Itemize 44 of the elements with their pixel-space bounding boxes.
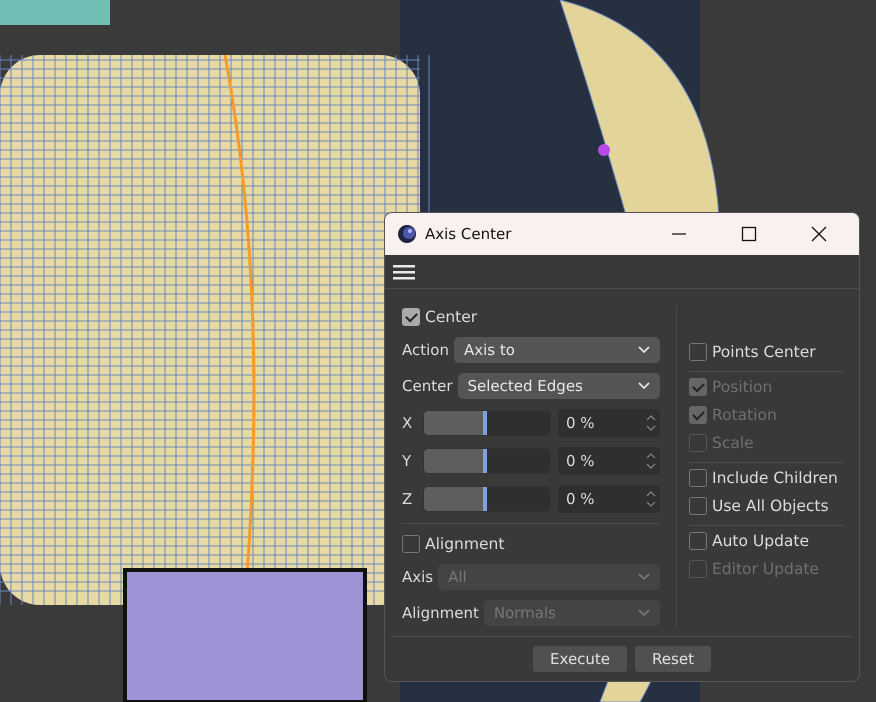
menu-icon[interactable] xyxy=(393,264,415,280)
number-field[interactable]: 0 % xyxy=(558,447,660,475)
window-title: Axis Center xyxy=(425,225,512,243)
slider-track[interactable] xyxy=(423,410,551,436)
dropdown[interactable]: Axis to xyxy=(454,337,660,363)
slider-fill[interactable] xyxy=(424,411,487,435)
caret-icon xyxy=(638,346,650,354)
execute-button[interactable]: Execute xyxy=(533,646,628,672)
checkbox[interactable] xyxy=(689,532,707,550)
field-label: Action xyxy=(402,341,449,359)
close-icon[interactable] xyxy=(811,226,827,242)
slider-fill[interactable] xyxy=(424,487,487,511)
checkbox-label: Center xyxy=(425,308,478,326)
caret-icon xyxy=(638,609,650,617)
checkbox[interactable] xyxy=(402,535,420,553)
spinner-icon[interactable] xyxy=(646,490,656,508)
axis-label: Z xyxy=(402,490,414,508)
checkbox[interactable] xyxy=(689,343,707,361)
caret-icon xyxy=(638,573,650,581)
spinner-icon[interactable] xyxy=(646,414,656,432)
slider-fill[interactable] xyxy=(424,449,487,473)
checkbox-label: Use All Objects xyxy=(712,497,829,515)
checkbox[interactable] xyxy=(689,497,707,515)
checkbox-label: Auto Update xyxy=(712,532,810,550)
field-label: Center xyxy=(402,377,452,395)
number-field[interactable]: 0 % xyxy=(558,409,660,437)
spinner-icon[interactable] xyxy=(646,452,656,470)
checkbox[interactable] xyxy=(402,308,420,326)
dropdown[interactable]: Selected Edges xyxy=(458,373,660,399)
slider-track[interactable] xyxy=(423,486,551,512)
field-label: Axis xyxy=(402,568,434,586)
slider-track[interactable] xyxy=(423,448,551,474)
axis-label: X xyxy=(402,414,414,432)
checkbox-label: Include Children xyxy=(712,469,838,487)
field-label: Alignment xyxy=(402,604,479,622)
axis-label: Y xyxy=(402,452,412,470)
checkbox-label: Points Center xyxy=(712,343,816,361)
checkbox-label: Alignment xyxy=(425,535,504,553)
checkbox[interactable] xyxy=(689,469,707,487)
maximize-icon[interactable] xyxy=(741,226,757,242)
sphere-icon xyxy=(397,224,417,244)
caret-icon xyxy=(638,382,650,390)
number-field[interactable]: 0 % xyxy=(558,485,660,513)
reset-button[interactable]: Reset xyxy=(635,646,711,672)
